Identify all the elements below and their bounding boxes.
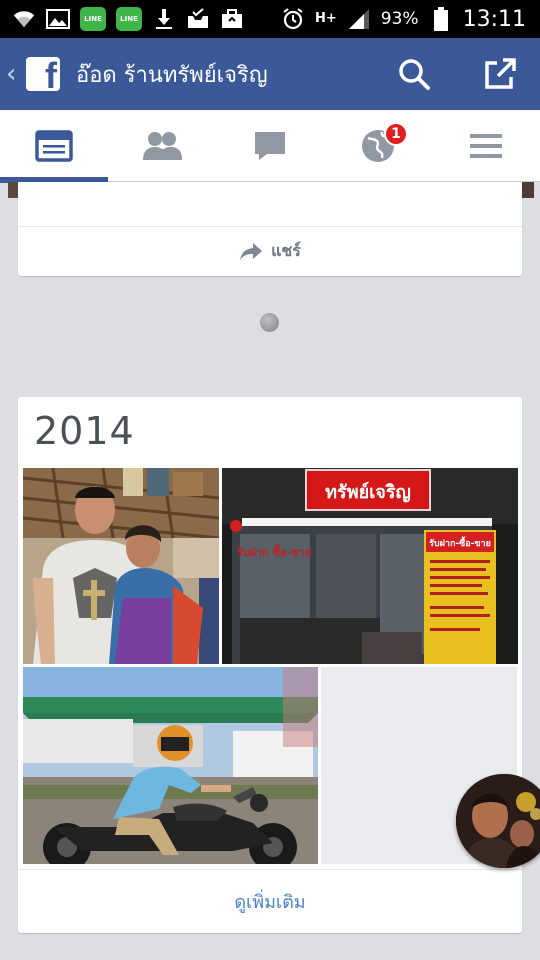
share-button[interactable]: แชร์: [18, 227, 522, 276]
see-more-button[interactable]: ดูเพิ่มเติม: [18, 869, 522, 933]
external-link-icon: [485, 58, 516, 89]
app-header: ‹ f อ๊อด ร้านทรัพย์เจริญ: [0, 38, 540, 110]
loading-indicator: [260, 313, 279, 332]
photo-shop-front[interactable]: ทรัพย์เจริญ รับฝาก ซื้อ-ขาย รับฝาก-ซื้อ-…: [222, 468, 518, 664]
line-app-icon: LINE: [116, 7, 142, 31]
inbox-check-icon: [186, 7, 210, 31]
back-chevron-icon[interactable]: ‹: [6, 59, 22, 89]
search-button[interactable]: [396, 56, 432, 92]
line-app-icon: LINE: [80, 7, 106, 31]
share-arrow-icon: [240, 242, 263, 261]
news-feed-icon: [35, 130, 73, 162]
briefcase-icon: [220, 7, 244, 31]
page-title: อ๊อด ร้านทรัพย์เจริญ: [76, 62, 268, 88]
status-bar: LINE LINE H+ 93% 13:11: [0, 0, 540, 38]
photo-image: [23, 468, 219, 664]
friends-icon: [143, 132, 182, 160]
share-external-button[interactable]: [482, 56, 518, 92]
photo-image: [23, 667, 318, 864]
tab-news-feed[interactable]: [0, 110, 108, 183]
menu-icon: [470, 134, 502, 158]
chat-icon: [255, 132, 285, 160]
shop-window-text: รับฝาก ซื้อ-ขาย: [237, 544, 312, 559]
signal-icon: [347, 7, 371, 31]
photo-two-people[interactable]: [23, 468, 219, 664]
tab-more[interactable]: [432, 110, 540, 182]
post-card: แชร์: [18, 182, 522, 276]
search-icon: [399, 59, 430, 90]
shop-sign-text: ทรัพย์เจริญ: [325, 481, 411, 503]
alarm-icon: [281, 7, 305, 31]
tab-notifications[interactable]: 1: [324, 110, 432, 182]
wifi-icon: [12, 7, 36, 31]
tab-friend-requests[interactable]: [108, 110, 216, 182]
photo-motorcycle[interactable]: [23, 667, 318, 864]
network-type: H+: [315, 11, 337, 26]
share-label: แชร์: [271, 241, 301, 260]
battery-icon: [429, 7, 453, 31]
year-heading: 2014: [34, 409, 135, 453]
facebook-logo-icon[interactable]: f: [26, 57, 60, 91]
battery-percent: 93%: [380, 9, 419, 29]
clock: 13:11: [462, 6, 526, 32]
year-section-card: 2014 ทรัพย์เจริญ รับฝาก ซื้อ-ขาย รับฝาก-…: [18, 397, 522, 933]
gallery-icon: [46, 7, 70, 31]
download-icon: [152, 7, 176, 31]
tab-bar: 1: [0, 110, 540, 183]
photo-image: ทรัพย์เจริญ รับฝาก ซื้อ-ขาย รับฝาก-ซื้อ-…: [222, 468, 518, 664]
tab-messages[interactable]: [216, 110, 324, 182]
notification-badge: 1: [384, 122, 408, 146]
